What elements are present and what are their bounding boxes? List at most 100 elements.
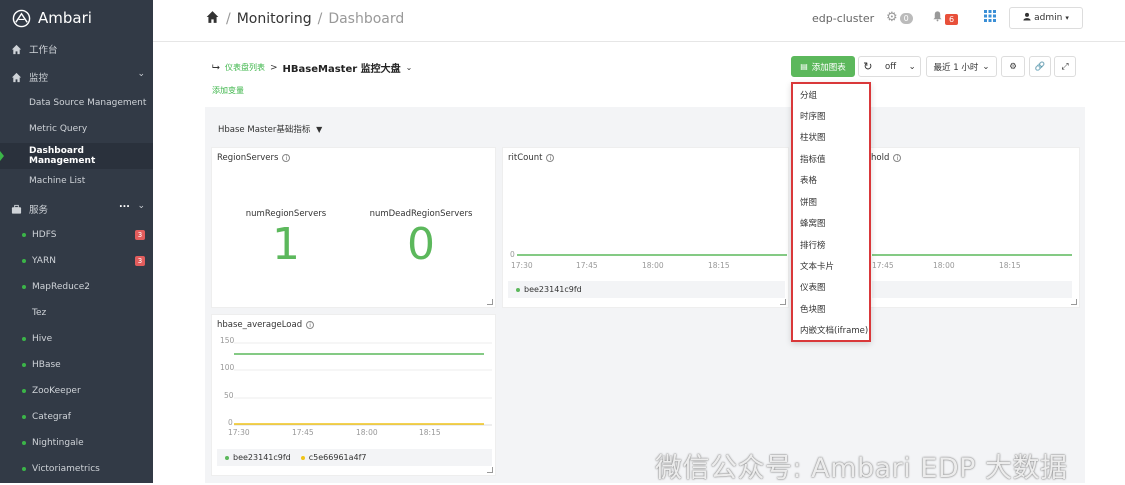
sidebar-item-metric-query[interactable]: Metric Query — [29, 124, 87, 134]
service-item-tez[interactable]: Tez — [32, 308, 46, 318]
legend-item[interactable]: c5e66961a4f7 — [309, 453, 367, 462]
dashboard-title[interactable]: HBaseMaster 监控大盘 — [283, 60, 401, 75]
service-item-categraf[interactable]: Categraf — [22, 412, 71, 422]
breadcrumb-monitoring[interactable]: Monitoring — [237, 11, 312, 27]
info-icon[interactable]: i — [282, 153, 291, 162]
x-tick: 18:15 — [708, 261, 730, 270]
add-variable-link[interactable]: 添加变量 — [212, 85, 244, 96]
breadcrumb-separator: / — [226, 11, 231, 27]
menu-item-group[interactable]: 分组 — [800, 89, 817, 101]
service-item-hbase[interactable]: HBase — [22, 360, 61, 370]
alert-count: 6 — [945, 14, 959, 25]
back-icon[interactable]: ⮡ — [212, 62, 220, 73]
status-dot — [22, 467, 26, 471]
menu-item-bar-chart[interactable]: 柱状图 — [800, 131, 826, 143]
user-menu-button[interactable]: admin ▾ — [1009, 7, 1083, 29]
info-icon[interactable]: i — [306, 320, 315, 329]
refresh-icon[interactable]: ↻ — [863, 60, 872, 73]
refresh-control[interactable]: ↻ off ⌄ — [858, 56, 921, 77]
menu-item-table[interactable]: 表格 — [800, 174, 817, 186]
legend-item[interactable]: bee23141c9fd — [524, 285, 582, 294]
panel-rit-count[interactable]: ritCount i 0 17:30 17:45 18:00 18:15 bee2… — [502, 147, 789, 308]
user-name: admin — [1034, 13, 1063, 23]
status-dot — [22, 415, 26, 419]
stat-num-region-servers: numRegionServers 1 — [236, 209, 336, 269]
x-tick: 18:15 — [999, 261, 1021, 270]
cluster-name[interactable]: edp-cluster — [812, 12, 874, 25]
y-tick: 150 — [220, 336, 235, 345]
ops-button[interactable]: ⚙ 0 — [886, 10, 913, 25]
x-tick: 17:45 — [292, 428, 314, 437]
chevron-down-icon[interactable]: ⌄ — [137, 69, 145, 79]
service-item-hdfs[interactable]: HDFS — [22, 230, 56, 240]
menu-item-hexbin[interactable]: 蜂窝图 — [800, 217, 826, 229]
caret-down-icon: ▼ — [316, 125, 323, 134]
watermark: 微信公众号: Ambari EDP 大数据 — [655, 453, 1068, 484]
briefcase-icon — [11, 204, 22, 215]
menu-item-text-card[interactable]: 文本卡片 — [800, 260, 834, 272]
menu-item-ranking[interactable]: 排行榜 — [800, 239, 826, 251]
service-item-hive[interactable]: Hive — [22, 334, 52, 344]
breadcrumb-dashboard: Dashboard — [328, 11, 405, 27]
app-name: Ambari — [38, 9, 92, 27]
service-name: Tez — [32, 308, 47, 318]
info-icon[interactable]: i — [893, 153, 902, 162]
chevron-down-icon: ⌄ — [908, 61, 916, 72]
service-name: Victoriametrics — [32, 464, 100, 474]
resize-handle[interactable] — [487, 467, 493, 473]
sidebar-item-data-source-management[interactable]: Data Source Management — [29, 98, 146, 108]
legend-item[interactable]: bee23141c9fd — [233, 453, 291, 462]
resize-handle[interactable] — [1071, 299, 1077, 305]
breadcrumb: / Monitoring / Dashboard — [205, 10, 404, 28]
menu-item-iframe[interactable]: 内嵌文档(iframe) — [800, 324, 868, 336]
separator-icon: > — [270, 62, 278, 73]
panel-average-load[interactable]: hbase_averageLoad i 150 100 50 0 17:30 17… — [211, 314, 496, 476]
caret-down-icon: ▾ — [1065, 14, 1069, 22]
sidebar-item-machine-list[interactable]: Machine List — [29, 176, 85, 186]
menu-item-pie[interactable]: 饼图 — [800, 196, 817, 208]
status-dot — [22, 337, 26, 341]
sidebar-item-workbench[interactable]: 工作台 — [0, 41, 153, 57]
x-tick: 18:15 — [419, 428, 441, 437]
add-chart-button[interactable]: ▤ 添加图表 — [791, 56, 855, 77]
y-tick: 0 — [228, 418, 233, 427]
chevron-down-icon[interactable]: ⌄ — [137, 201, 145, 211]
service-item-yarn[interactable]: YARN — [22, 256, 56, 266]
info-icon[interactable]: i — [546, 153, 555, 162]
service-name: HDFS — [32, 230, 57, 240]
panel-group-header[interactable]: Hbase Master基础指标 ▼ — [218, 123, 322, 135]
fullscreen-button[interactable]: ⤢ — [1054, 56, 1076, 77]
group-title: Hbase Master基础指标 — [218, 125, 311, 135]
settings-button[interactable]: ⚙ — [1001, 56, 1025, 77]
service-item-nightingale[interactable]: Nightingale — [22, 438, 84, 448]
menu-item-gauge[interactable]: 仪表图 — [800, 281, 826, 293]
service-name: YARN — [32, 256, 56, 266]
menu-item-timeseries[interactable]: 时序图 — [800, 110, 826, 122]
link-icon: 🔗 — [1034, 61, 1046, 72]
dashboard-list-link[interactable]: 仪表盘列表 — [225, 62, 265, 73]
alert-badge: 3 — [135, 256, 145, 266]
apps-grid-icon[interactable] — [984, 10, 996, 26]
chart-type-menu: 分组 时序图 柱状图 指标值 表格 饼图 蜂窝图 排行榜 文本卡片 仪表图 色块… — [791, 82, 871, 342]
gear-icon: ⚙ — [886, 10, 898, 25]
time-range-picker[interactable]: 最近 1 小时 ⌄ — [926, 56, 997, 77]
resize-handle[interactable] — [487, 299, 493, 305]
service-name: HBase — [32, 360, 61, 370]
menu-item-heatmap[interactable]: 色块图 — [800, 303, 826, 315]
service-item-zookeeper[interactable]: ZooKeeper — [22, 386, 81, 396]
resize-handle[interactable] — [780, 299, 786, 305]
home-icon[interactable] — [205, 10, 220, 28]
sidebar-item-monitor[interactable]: 监控 ⌄ — [0, 69, 153, 85]
service-item-mapreduce2[interactable]: MapReduce2 — [22, 282, 90, 292]
ambari-logo[interactable]: Ambari — [0, 0, 153, 36]
menu-item-stat[interactable]: 指标值 — [800, 153, 826, 165]
panel-region-servers[interactable]: RegionServers i numRegionServers 1 numDea… — [211, 147, 496, 308]
sidebar-item-services[interactable]: 服务 ... ⌄ — [0, 199, 153, 217]
alert-badge: 3 — [135, 230, 145, 240]
alerts-button[interactable]: 6 — [932, 10, 959, 26]
chevron-down-icon[interactable]: ⌄ — [406, 63, 413, 72]
more-icon[interactable]: ... — [119, 199, 130, 210]
service-item-victoriametrics[interactable]: Victoriametrics — [22, 464, 100, 474]
share-link-button[interactable]: 🔗 — [1029, 56, 1051, 77]
sidebar-item-dashboard-management[interactable]: Dashboard Management — [0, 143, 153, 169]
